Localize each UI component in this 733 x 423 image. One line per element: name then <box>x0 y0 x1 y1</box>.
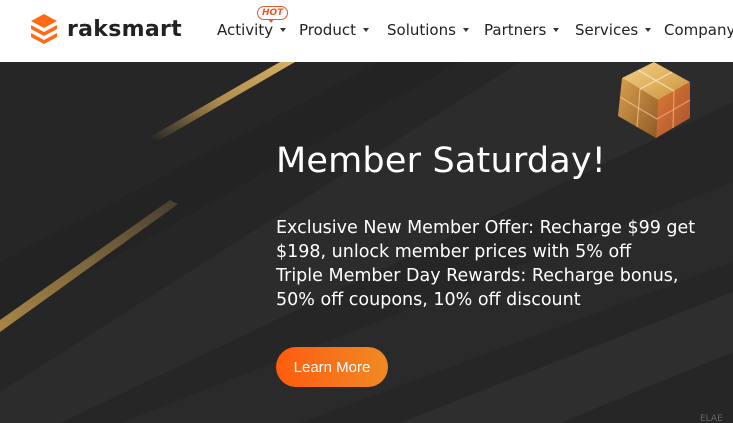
nav-activity-label: Activity <box>217 21 274 39</box>
caret-down-icon <box>462 28 469 32</box>
nav-partners[interactable]: Partners <box>484 20 560 40</box>
hero-line: Triple Member Day Rewards: Recharge bonu… <box>276 266 679 286</box>
hero-line: $198, unlock member prices with 5% off <box>276 242 632 262</box>
nav-company-label: Company <box>664 21 733 39</box>
hot-badge: HOT <box>257 6 289 23</box>
nav-solutions-label: Solutions <box>387 21 456 39</box>
nav-services-label: Services <box>575 21 639 39</box>
brand-name: raksmart <box>67 17 182 42</box>
nav-services[interactable]: Services <box>575 20 652 40</box>
hero-title: Member Saturday! <box>276 141 607 181</box>
learn-more-button[interactable]: Learn More <box>276 347 388 387</box>
caret-down-icon <box>362 28 369 32</box>
caret-down-icon <box>553 28 560 32</box>
nav-product-label: Product <box>299 21 356 39</box>
nav-company[interactable]: Company <box>664 20 733 40</box>
caret-down-icon <box>280 28 287 32</box>
brand-logo[interactable]: raksmart <box>29 13 182 46</box>
nav-solutions[interactable]: Solutions <box>387 20 469 40</box>
top-navbar: raksmart Activity HOT Product Solutions … <box>0 0 733 62</box>
caret-down-icon <box>645 28 652 32</box>
hero-line: Exclusive New Member Offer: Recharge $99… <box>276 218 696 238</box>
gold-cube-graphic <box>618 62 691 138</box>
raksmart-logo-icon <box>31 14 57 44</box>
nav-activity[interactable]: Activity <box>217 20 287 40</box>
nav-partners-label: Partners <box>484 21 547 39</box>
nav-product[interactable]: Product <box>299 20 369 40</box>
hero-line: 50% off coupons, 10% off discount <box>276 290 581 310</box>
corner-label: ELAE <box>700 414 723 423</box>
hero-description: Exclusive New Member Offer: Recharge $99… <box>276 216 696 312</box>
